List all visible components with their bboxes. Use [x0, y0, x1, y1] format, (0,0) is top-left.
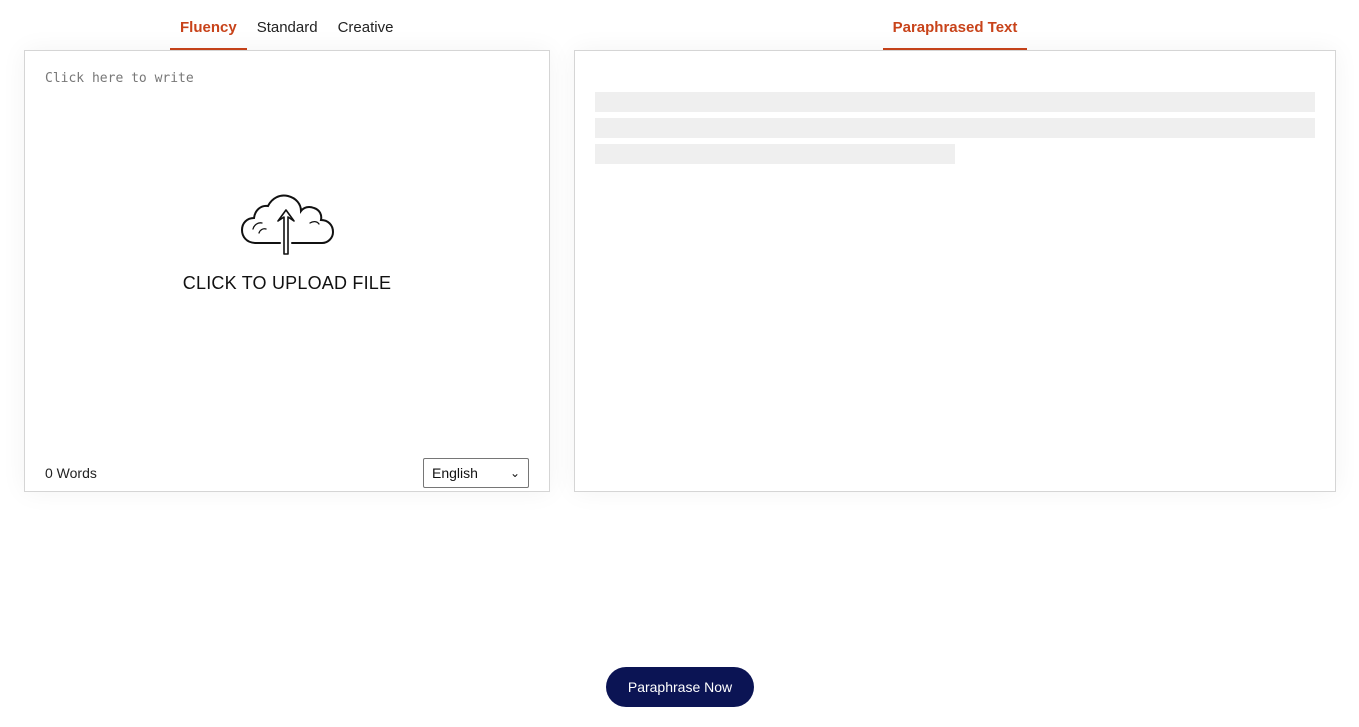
output-tabs: Paraphrased Text [883, 10, 1027, 51]
word-count: 0 Words [45, 465, 97, 481]
tab-paraphrased-text[interactable]: Paraphrased Text [883, 10, 1027, 51]
language-select[interactable]: English ⌄ [423, 458, 529, 488]
loading-placeholder-line [595, 92, 1315, 112]
tab-standard[interactable]: Standard [247, 10, 328, 51]
tab-creative[interactable]: Creative [328, 10, 404, 51]
language-select-value: English [432, 465, 478, 481]
upload-button[interactable]: CLICK TO UPLOAD FILE [25, 193, 549, 294]
paraphrase-now-button[interactable]: Paraphrase Now [606, 667, 754, 707]
chevron-down-icon: ⌄ [509, 466, 520, 480]
input-panel: Click here to write CLICK TO UPLOAD FILE… [24, 50, 550, 492]
loading-placeholder-line [595, 118, 1315, 138]
tab-fluency[interactable]: Fluency [170, 10, 247, 51]
output-panel [574, 50, 1336, 492]
text-editor[interactable]: Click here to write [45, 71, 194, 86]
upload-label: CLICK TO UPLOAD FILE [182, 273, 392, 293]
loading-placeholder-line [595, 144, 955, 164]
cloud-upload-icon [240, 194, 334, 255]
mode-tabs: Fluency Standard Creative [170, 10, 404, 51]
